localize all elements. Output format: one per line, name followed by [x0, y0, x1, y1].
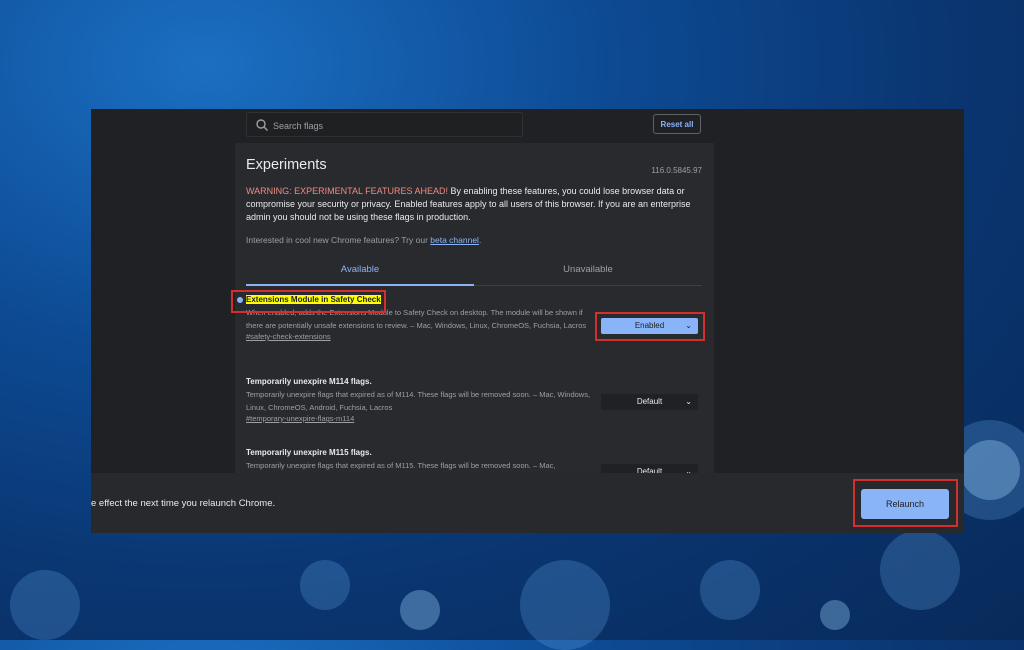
flag-name: Temporarily unexpire M115 flags. — [246, 448, 372, 457]
warning-prefix: WARNING: EXPERIMENTAL FEATURES AHEAD! — [246, 186, 449, 196]
annotation-box — [853, 479, 958, 527]
wallpaper-bubble — [700, 560, 760, 620]
chevron-down-icon: ⌄ — [685, 397, 692, 406]
flag-description: Temporarily unexpire flags that expired … — [246, 390, 591, 412]
flag-permalink[interactable]: #temporary-unexpire-flags-m114 — [246, 414, 706, 423]
wallpaper-bubble — [820, 600, 850, 630]
reset-all-button[interactable]: Reset all — [653, 114, 701, 134]
search-box[interactable] — [246, 112, 523, 137]
page-title: Experiments — [246, 157, 327, 173]
wallpaper-bubble — [300, 560, 350, 610]
relaunch-bar: e effect the next time you relaunch Chro… — [91, 473, 964, 533]
interest-text: Interested in cool new Chrome features? … — [246, 235, 481, 245]
browser-window: Reset all Experiments 116.0.5845.97 WARN… — [91, 109, 964, 533]
annotation-box — [595, 312, 705, 341]
wallpaper-bubble — [400, 590, 440, 630]
warning-text: WARNING: EXPERIMENTAL FEATURES AHEAD! By… — [246, 185, 706, 224]
tab-available[interactable]: Available — [246, 261, 474, 286]
search-input[interactable] — [271, 116, 515, 136]
tab-unavailable[interactable]: Unavailable — [474, 261, 702, 284]
flag-description: Temporarily unexpire flags that expired … — [246, 461, 556, 470]
wallpaper-bubble — [880, 530, 960, 610]
wallpaper-bubble — [10, 570, 80, 640]
select-value: Default — [636, 397, 663, 406]
wallpaper-bubble — [520, 560, 610, 650]
beta-channel-link[interactable]: beta channel — [430, 235, 479, 245]
annotation-box — [231, 290, 386, 313]
flag-name: Temporarily unexpire M114 flags. — [246, 377, 372, 386]
interest-label: Interested in cool new Chrome features? … — [246, 235, 431, 245]
tab-bar: Available Unavailable — [246, 261, 702, 286]
version-label: 116.0.5845.97 — [651, 166, 702, 175]
interest-end: . — [478, 235, 482, 245]
relaunch-message: e effect the next time you relaunch Chro… — [91, 498, 276, 509]
flag-state-select[interactable]: Default ⌄ — [601, 394, 698, 410]
search-icon — [256, 119, 268, 131]
wallpaper-bubble — [960, 440, 1020, 500]
